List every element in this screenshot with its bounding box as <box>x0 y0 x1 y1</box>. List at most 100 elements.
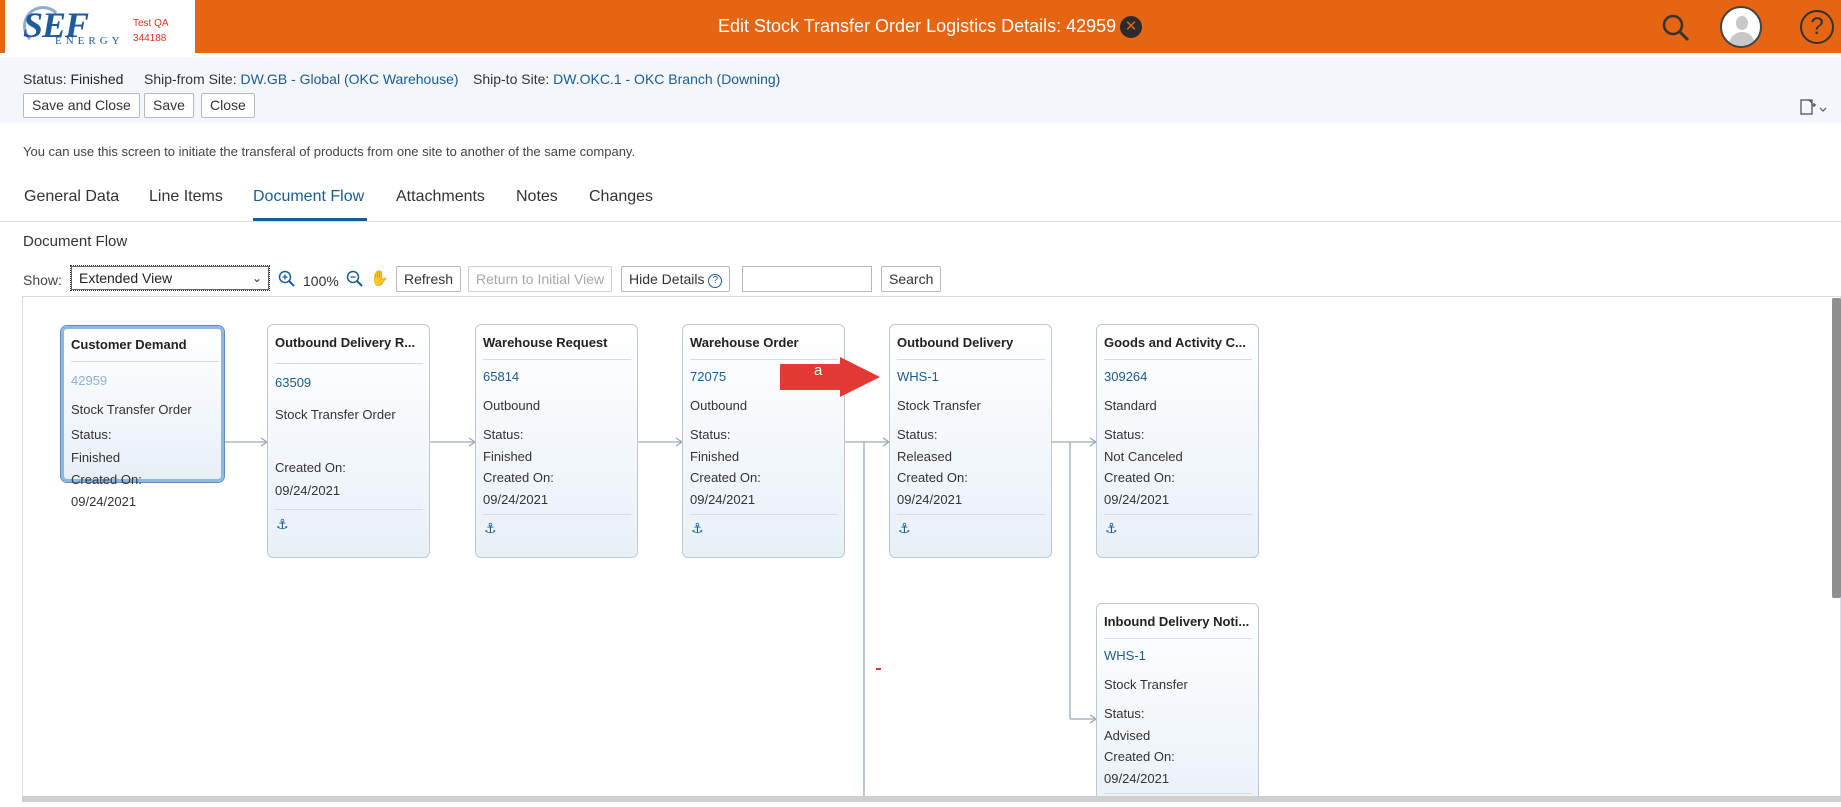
ship-from-field: Ship-from Site: DW.GB - Global (OKC Ware… <box>144 71 459 87</box>
flow-toolbar: Show: Extended View ⌄ 100% ✋ Refresh Ret… <box>0 264 1841 294</box>
node-separator <box>690 514 838 515</box>
node-created-label: Created On: <box>690 470 761 485</box>
node-created-date: 09/24/2021 <box>71 494 137 509</box>
anchor-icon[interactable]: ⚓ <box>691 520 704 537</box>
node-separator <box>1104 793 1252 794</box>
tab-changes[interactable]: Changes <box>589 188 653 206</box>
node-id-link[interactable]: WHS-1 <box>1104 648 1146 663</box>
document-actions-icon[interactable] <box>1799 98 1827 123</box>
node-separator <box>1104 514 1252 515</box>
flow-node-outbound-delivery-request[interactable]: Outbound Delivery R... 63509 Stock Trans… <box>267 324 430 558</box>
system-label: Test QA 344188 <box>133 16 169 46</box>
node-separator <box>71 361 219 362</box>
node-status-label: Status: <box>1104 706 1145 721</box>
node-created-date: 09/24/2021 <box>690 492 756 507</box>
tab-notes[interactable]: Notes <box>516 188 558 206</box>
node-title: Outbound Delivery <box>897 335 1014 350</box>
system-name: Test QA <box>133 18 169 29</box>
node-title: Goods and Activity C... <box>1104 335 1246 350</box>
node-id-link[interactable]: 72075 <box>690 369 726 384</box>
user-avatar[interactable] <box>1720 6 1762 48</box>
status-label: Status: <box>23 71 67 87</box>
node-type: Standard <box>1104 398 1157 413</box>
ship-to-label: Ship-to Site: <box>473 71 550 87</box>
anchor-icon[interactable]: ⚓ <box>1105 520 1118 537</box>
node-type: Outbound <box>690 398 748 413</box>
return-initial-view-button[interactable]: Return to Initial View <box>468 266 613 292</box>
close-window-icon[interactable]: ✕ <box>1120 16 1142 38</box>
node-created-label: Created On: <box>275 460 346 475</box>
document-flow-canvas[interactable]: Customer Demand 42959 Stock Transfer Ord… <box>22 296 1841 799</box>
status-value: Finished <box>70 71 124 87</box>
tab-attachments[interactable]: Attachments <box>396 188 485 206</box>
node-status: Finished <box>71 450 121 465</box>
ship-to-link[interactable]: DW.OKC.1 - OKC Branch (Downing) <box>553 71 780 87</box>
flow-node-outbound-delivery[interactable]: Outbound Delivery WHS-1 Stock Transfer S… <box>889 324 1052 558</box>
node-status: Released <box>897 449 952 464</box>
node-separator <box>1104 638 1252 639</box>
pan-hand-icon[interactable]: ✋ <box>370 270 389 288</box>
node-created-label: Created On: <box>897 470 968 485</box>
zoom-in-icon[interactable] <box>278 270 296 288</box>
company-logo: SEF ENERGY Test QA 344188 <box>5 0 195 57</box>
tab-strip: General Data Line Items Document Flow At… <box>0 186 1841 222</box>
search-button[interactable]: Search <box>881 266 942 292</box>
node-id-link[interactable]: WHS-1 <box>897 369 939 384</box>
node-status-label: Status: <box>1104 427 1145 442</box>
node-status-label: Status: <box>690 427 731 442</box>
status-field: Status: Finished <box>23 71 123 87</box>
vertical-scrollbar[interactable] <box>1832 298 1841 598</box>
node-created-label: Created On: <box>483 470 554 485</box>
zoom-out-icon[interactable] <box>346 270 364 288</box>
zoom-level: 100% <box>303 273 339 289</box>
node-status-label: Status: <box>71 427 112 442</box>
anchor-icon[interactable]: ⚓ <box>276 516 289 533</box>
node-title: Warehouse Request <box>483 335 608 350</box>
node-type: Stock Transfer Order <box>71 402 192 417</box>
node-status-label: Status: <box>483 427 524 442</box>
node-separator <box>483 359 631 360</box>
node-status: Advised <box>1104 728 1151 743</box>
active-tab-indicator <box>253 218 367 221</box>
refresh-button[interactable]: Refresh <box>396 266 462 292</box>
close-button[interactable]: Close <box>201 93 255 118</box>
node-separator <box>275 509 423 510</box>
anchor-icon[interactable]: ⚓ <box>484 520 497 537</box>
node-separator <box>897 514 1045 515</box>
node-id-link[interactable]: 309264 <box>1104 369 1147 384</box>
search-icon[interactable] <box>1661 13 1691 43</box>
tab-line-items[interactable]: Line Items <box>149 188 223 206</box>
tab-general-data[interactable]: General Data <box>24 188 119 206</box>
save-button[interactable]: Save <box>144 93 194 118</box>
anchor-icon[interactable]: ⚓ <box>898 520 911 537</box>
node-separator <box>1104 359 1252 360</box>
page-title: Edit Stock Transfer Order Logistics Deta… <box>718 16 1117 36</box>
node-type: Outbound <box>483 398 541 413</box>
flow-search-input[interactable] <box>742 266 872 292</box>
node-title: Inbound Delivery Noti... <box>1104 614 1250 629</box>
node-created-label: Created On: <box>1104 749 1175 764</box>
flow-node-warehouse-request[interactable]: Warehouse Request 65814 Outbound Status:… <box>475 324 638 558</box>
horizontal-scrollbar[interactable] <box>22 796 1841 802</box>
flow-node-customer-demand[interactable]: Customer Demand 42959 Stock Transfer Ord… <box>61 326 224 509</box>
node-status: Finished <box>483 449 533 464</box>
flow-node-inbound-delivery-notification[interactable]: Inbound Delivery Noti... WHS-1 Stock Tra… <box>1096 603 1259 798</box>
node-created-date: 09/24/2021 <box>897 492 963 507</box>
node-created-label: Created On: <box>71 472 142 487</box>
node-id-link[interactable]: 42959 <box>71 373 107 388</box>
flow-node-goods-and-activity[interactable]: Goods and Activity C... 309264 Standard … <box>1096 324 1259 558</box>
node-separator <box>897 359 1045 360</box>
logo-subtext: ENERGY <box>55 35 124 47</box>
view-select[interactable]: Extended View ⌄ <box>70 265 270 291</box>
save-and-close-button[interactable]: Save and Close <box>23 93 140 118</box>
node-id-link[interactable]: 63509 <box>275 375 311 390</box>
node-id-link[interactable]: 65814 <box>483 369 519 384</box>
annotation-label: a <box>814 362 823 379</box>
ship-from-link[interactable]: DW.GB - Global (OKC Warehouse) <box>240 71 458 87</box>
help-icon[interactable]: ? <box>1800 10 1834 44</box>
tab-document-flow[interactable]: Document Flow <box>253 188 364 206</box>
node-created-date: 09/24/2021 <box>1104 492 1170 507</box>
chevron-down-icon: ⌄ <box>251 271 262 285</box>
hide-details-button[interactable]: Hide Details ? <box>621 266 731 292</box>
annotation-mark <box>876 668 881 670</box>
